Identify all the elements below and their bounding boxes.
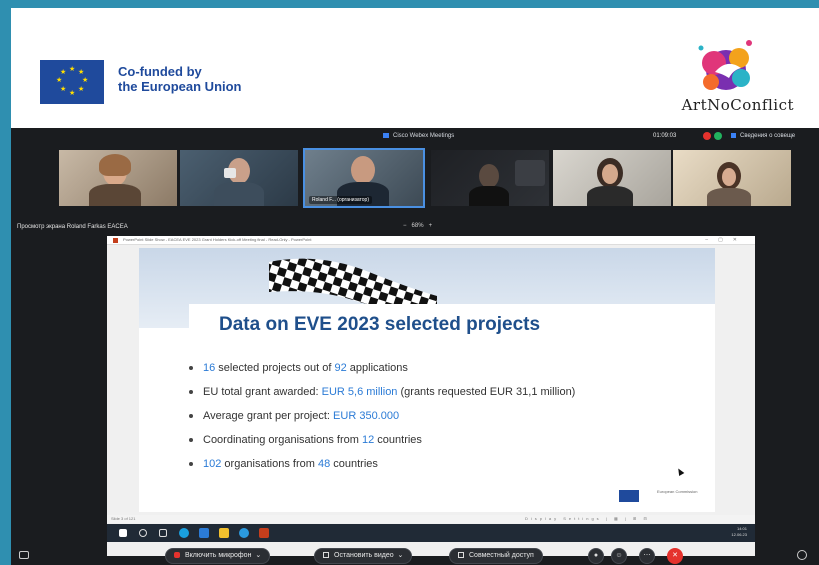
participant-tile[interactable] bbox=[59, 150, 177, 206]
info-icon bbox=[731, 133, 736, 138]
zoom-out-button[interactable]: − bbox=[403, 223, 407, 229]
presentation-slide: Data on EVE 2023 selected projects 16 se… bbox=[139, 248, 715, 512]
recorder-button[interactable]: ● bbox=[588, 548, 604, 564]
slide-bullet: 16 selected projects out of 92 applicati… bbox=[189, 362, 408, 374]
participant-name-label: Roland F... (организатор) bbox=[309, 196, 372, 204]
ec-logo-text: European Commission bbox=[657, 489, 698, 494]
participant-tile-active[interactable]: Roland F... (организатор) bbox=[303, 148, 425, 208]
app-icon[interactable] bbox=[239, 528, 249, 538]
participant-tile[interactable] bbox=[431, 150, 549, 206]
connection-status-icon[interactable] bbox=[714, 132, 722, 140]
screenshot-frame: ★ ★ ★ ★ ★ ★ ★ ★ Co-funded by the Europea… bbox=[11, 8, 819, 565]
eu-flag-icon: ★ ★ ★ ★ ★ ★ ★ ★ bbox=[40, 60, 104, 104]
slide-bullet: Coordinating organisations from 12 count… bbox=[189, 434, 422, 446]
meeting-app-title: Cisco Webex Meetings bbox=[383, 133, 454, 139]
video-icon bbox=[323, 552, 329, 559]
shared-screen: PowerPoint Slide Show - EACEA EVE 2023 G… bbox=[107, 236, 755, 556]
meeting-info-button[interactable]: Сведения о совеще bbox=[731, 133, 795, 139]
app-title-text: Cisco Webex Meetings bbox=[393, 133, 455, 140]
slide-bullet: 102 organisations from 48 countries bbox=[189, 458, 378, 470]
powerpoint-icon bbox=[113, 238, 118, 243]
share-button[interactable]: Совместный доступ bbox=[449, 548, 543, 564]
task-view-icon[interactable] bbox=[159, 529, 167, 537]
european-commission-logo: European Commission bbox=[619, 488, 699, 504]
meeting-timer: 01:09:03 bbox=[653, 133, 677, 139]
webex-icon bbox=[383, 133, 389, 138]
slide-title: Data on EVE 2023 selected projects bbox=[219, 314, 541, 335]
slide-counter: Slide 3 of 121 bbox=[111, 516, 136, 521]
eu-cofunded-text: Co-funded by the European Union bbox=[118, 64, 242, 94]
end-call-button[interactable]: ✕ bbox=[667, 548, 683, 564]
recording-icon[interactable] bbox=[703, 132, 711, 140]
search-icon[interactable] bbox=[139, 529, 147, 537]
mic-muted-icon bbox=[174, 552, 180, 559]
meeting-window: Cisco Webex Meetings 01:09:03 Сведения о… bbox=[11, 128, 819, 565]
zoom-level: 68% bbox=[411, 223, 424, 229]
taskbar-clock: 14:01 12.06.23 bbox=[731, 526, 747, 537]
header-banner: ★ ★ ★ ★ ★ ★ ★ ★ Co-funded by the Europea… bbox=[11, 8, 819, 128]
logo-text: ArtNoConflict bbox=[681, 96, 794, 114]
powerpoint-status-bar: Slide 3 of 121 Display Settings | ▦ | ⊞ … bbox=[107, 515, 755, 523]
slide-bullet: Average grant per project: EUR 350.000 bbox=[189, 410, 399, 422]
meeting-controls: Включить микрофон ⌄ Остановить видео ⌄ С… bbox=[11, 547, 819, 565]
window-controls[interactable]: –▢✕ bbox=[705, 237, 747, 243]
powerpoint-title-bar: PowerPoint Slide Show - EACEA EVE 2023 G… bbox=[107, 236, 755, 245]
slide-bullet: EU total grant awarded: EUR 5,6 million … bbox=[189, 386, 575, 398]
share-icon bbox=[458, 552, 464, 559]
participants-icon[interactable] bbox=[797, 550, 807, 560]
participant-tile[interactable] bbox=[180, 150, 298, 206]
windows-taskbar: 14:01 12.06.23 bbox=[107, 524, 755, 542]
mic-button[interactable]: Включить микрофон ⌄ bbox=[165, 548, 271, 564]
reactions-button[interactable]: ☺ bbox=[611, 548, 627, 564]
meeting-top-bar: Cisco Webex Meetings 01:09:03 Сведения о… bbox=[11, 128, 819, 148]
more-options-button[interactable]: ⋯ bbox=[639, 548, 655, 564]
chat-icon[interactable] bbox=[19, 551, 29, 559]
explorer-icon[interactable] bbox=[219, 528, 229, 538]
edge-icon[interactable] bbox=[179, 528, 189, 538]
view-controls[interactable]: Display Settings | ▦ | ⊞ ⊟ bbox=[525, 516, 650, 521]
windows-start-icon[interactable] bbox=[119, 529, 127, 537]
participant-tile[interactable] bbox=[673, 150, 791, 206]
powerpoint-taskbar-icon[interactable] bbox=[259, 528, 269, 538]
meeting-info-label: Сведения о совеще bbox=[740, 133, 796, 140]
eu-line-2: the European Union bbox=[118, 79, 242, 94]
participant-tile[interactable] bbox=[553, 150, 671, 206]
store-icon[interactable] bbox=[199, 528, 209, 538]
powerpoint-window-title: PowerPoint Slide Show - EACEA EVE 2023 G… bbox=[123, 237, 312, 242]
screen-share-label: Просмотр экрана Roland Farkas EACEA bbox=[17, 224, 128, 230]
ec-flag-icon bbox=[619, 490, 639, 502]
eu-line-1: Co-funded by bbox=[118, 64, 202, 79]
video-button[interactable]: Остановить видео ⌄ bbox=[314, 548, 413, 564]
zoom-in-button[interactable]: + bbox=[429, 223, 433, 229]
zoom-control[interactable]: − 68% + bbox=[403, 223, 432, 229]
